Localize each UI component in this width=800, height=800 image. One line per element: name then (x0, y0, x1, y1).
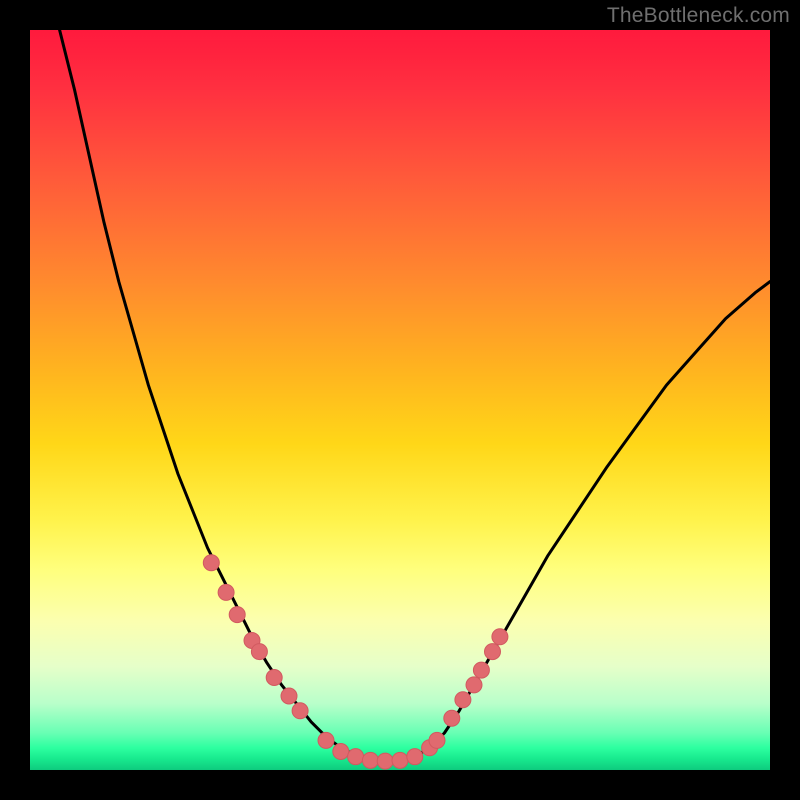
curve-marker (444, 710, 460, 726)
bottleneck-curve (60, 30, 770, 761)
curve-marker (485, 644, 501, 660)
curve-marker (266, 670, 282, 686)
curve-path (60, 30, 770, 761)
curve-marker (281, 688, 297, 704)
curve-marker (429, 732, 445, 748)
curve-marker (473, 662, 489, 678)
plot-area (30, 30, 770, 770)
chart-frame: TheBottleneck.com (0, 0, 800, 800)
curve-markers (203, 555, 508, 769)
curve-marker (318, 732, 334, 748)
curve-marker (407, 749, 423, 765)
curve-marker (377, 753, 393, 769)
curve-marker (392, 752, 408, 768)
curve-marker (218, 584, 234, 600)
curve-marker (251, 644, 267, 660)
curve-marker (348, 749, 364, 765)
curve-marker (466, 677, 482, 693)
chart-svg (30, 30, 770, 770)
curve-marker (333, 744, 349, 760)
curve-marker (203, 555, 219, 571)
watermark-text: TheBottleneck.com (607, 4, 790, 28)
curve-marker (362, 752, 378, 768)
curve-marker (492, 629, 508, 645)
curve-marker (292, 703, 308, 719)
curve-marker (455, 692, 471, 708)
curve-marker (229, 607, 245, 623)
